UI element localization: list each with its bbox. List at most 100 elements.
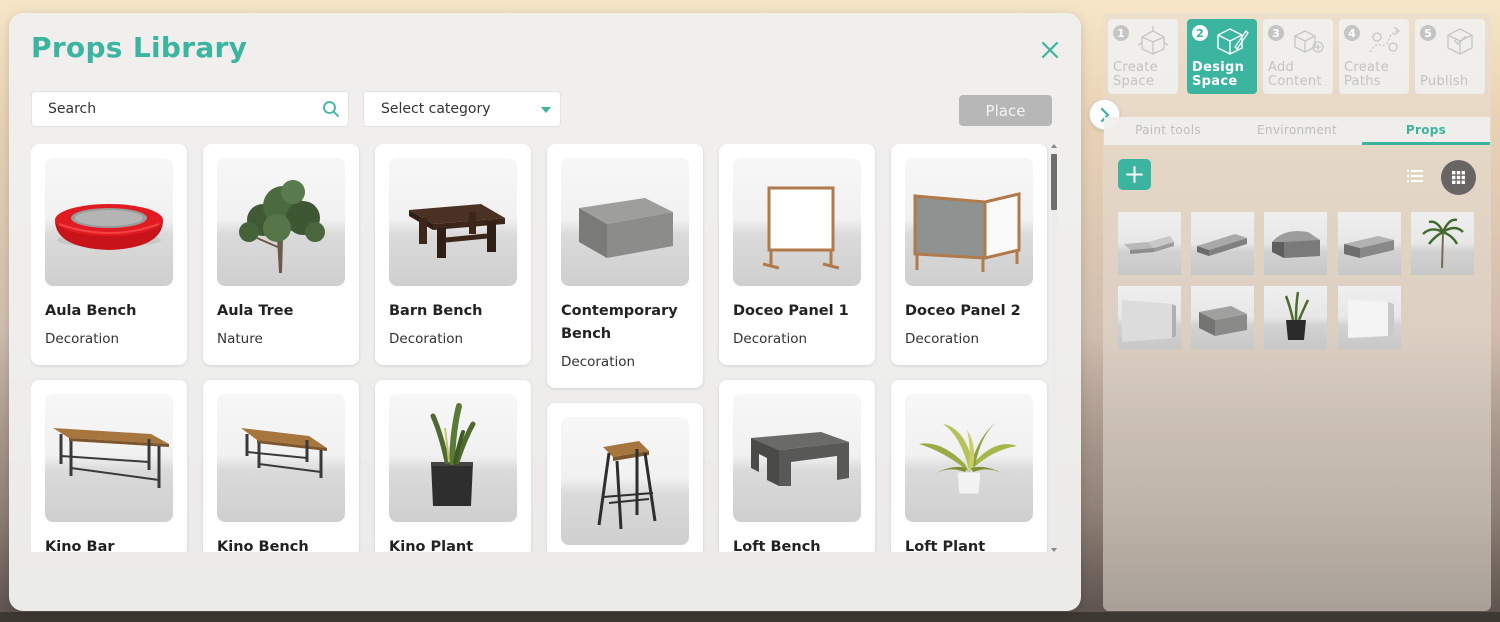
doceo-panel-2-icon	[913, 192, 1021, 272]
placed-prop-tile[interactable]	[1118, 212, 1181, 275]
prop-thumbnail	[45, 394, 173, 522]
prop-card-loft-bench[interactable]: Loft Bench	[719, 380, 875, 552]
potted-plant-thumb	[1284, 291, 1310, 340]
prop-card-kino-bar[interactable]: Kino Bar	[31, 380, 187, 552]
step-create-paths[interactable]: 4 Create Paths	[1339, 19, 1409, 94]
prop-name: Kino Bench	[217, 539, 309, 552]
prop-thumbnail	[561, 417, 689, 545]
step-label: Add Content	[1268, 60, 1322, 89]
tab-environment[interactable]: Environment	[1233, 123, 1361, 137]
prop-category: Decoration	[561, 354, 636, 370]
prop-name: Kino Plant	[389, 539, 474, 552]
prop-card-aula-tree[interactable]: Aula Tree Nature	[203, 144, 359, 365]
long-bench-thumb	[1197, 234, 1247, 256]
prop-card-stool[interactable]	[547, 403, 703, 552]
search-field[interactable]	[31, 91, 349, 127]
cube-design-icon	[1217, 28, 1249, 55]
curved-seat-thumb	[1272, 231, 1320, 258]
add-content-icon	[1294, 30, 1324, 53]
placed-prop-tile[interactable]	[1264, 212, 1327, 275]
publish-icon	[1447, 28, 1473, 55]
prop-card-contemporary-bench[interactable]: Contemporary Bench Decoration	[547, 144, 703, 388]
tab-props[interactable]: Props	[1362, 123, 1490, 137]
chevron-down-icon	[541, 107, 551, 113]
step-add-content[interactable]: 3 Add Content	[1263, 19, 1333, 94]
close-icon	[1041, 41, 1059, 59]
cube-create-icon	[1137, 26, 1169, 55]
prop-thumbnail	[45, 158, 173, 286]
prop-thumbnail	[389, 158, 517, 286]
search-input[interactable]	[48, 92, 318, 126]
placed-prop-tile[interactable]	[1191, 286, 1254, 349]
search-icon[interactable]	[322, 100, 340, 118]
bench-seat-thumb	[1344, 236, 1394, 258]
prop-thumbnail	[561, 158, 689, 286]
prop-category: Decoration	[905, 331, 980, 347]
step-label: Publish	[1420, 74, 1469, 89]
prop-name: Doceo Panel 2	[905, 303, 1021, 319]
placed-prop-tile[interactable]	[1411, 212, 1474, 275]
workflow-steps: 1 Create Space 2 Design Space 3 Add Content	[1108, 19, 1488, 95]
low-bench-thumb	[1124, 236, 1174, 254]
place-button[interactable]: Place	[959, 95, 1052, 126]
grid-view-icon	[1452, 171, 1465, 184]
prop-name: Doceo Panel 1	[733, 303, 849, 319]
scroll-track[interactable]	[1052, 152, 1057, 544]
step-number: 5	[1420, 25, 1436, 41]
active-tab-indicator	[1362, 142, 1490, 145]
prop-name: Aula Bench	[45, 303, 137, 319]
panel-tabs: Paint tools Environment Props	[1104, 117, 1490, 145]
step-create-space[interactable]: 1 Create Space	[1108, 19, 1178, 94]
step-number: 2	[1192, 25, 1208, 41]
prop-name: Kino Bar	[45, 539, 115, 552]
step-label: Create Space	[1113, 60, 1158, 89]
tab-paint-tools[interactable]: Paint tools	[1104, 123, 1232, 137]
close-button[interactable]	[1037, 37, 1063, 63]
prop-card-doceo-panel-1[interactable]: Doceo Panel 1 Decoration	[719, 144, 875, 365]
scroll-up-icon[interactable]	[1051, 144, 1057, 148]
prop-card-kino-bench[interactable]: Kino Bench	[203, 380, 359, 552]
white-panel-thumb	[1348, 300, 1394, 338]
scroll-down-icon[interactable]	[1051, 548, 1057, 552]
step-design-space[interactable]: 2 Design Space	[1187, 19, 1257, 94]
contemporary-bench-icon	[579, 198, 673, 258]
aula-tree-icon	[239, 180, 325, 273]
stool-icon	[597, 441, 657, 530]
prop-thumbnail	[217, 158, 345, 286]
prop-thumbnail	[389, 394, 517, 522]
prop-card-aula-bench[interactable]: Aula Bench Decoration	[31, 144, 187, 365]
library-scrollbar[interactable]	[1050, 144, 1058, 552]
grid-view-button[interactable]	[1441, 160, 1476, 195]
barn-bench-icon	[409, 204, 505, 258]
placed-prop-tile[interactable]	[1264, 286, 1327, 349]
placed-prop-tile[interactable]	[1338, 212, 1401, 275]
prop-card-barn-bench[interactable]: Barn Bench Decoration	[375, 144, 531, 365]
kino-bar-icon	[53, 428, 169, 488]
step-label: Design Space	[1192, 60, 1245, 89]
prop-name: Loft Plant	[905, 539, 986, 552]
placed-prop-tile[interactable]	[1118, 286, 1181, 349]
step-label: Create Paths	[1344, 60, 1389, 89]
scroll-thumb[interactable]	[1051, 154, 1057, 210]
prop-card-kino-plant[interactable]: Kino Plant	[375, 380, 531, 552]
prop-thumbnail	[733, 158, 861, 286]
prop-category: Decoration	[45, 331, 120, 347]
prop-thumbnail	[733, 394, 861, 522]
step-publish[interactable]: 5 Publish	[1415, 19, 1485, 94]
add-prop-button[interactable]	[1118, 159, 1151, 190]
create-paths-icon	[1369, 26, 1401, 53]
list-view-button[interactable]	[1404, 167, 1426, 185]
category-dropdown[interactable]: Select category	[363, 91, 561, 127]
placed-prop-tile[interactable]	[1191, 212, 1254, 275]
loft-plant-icon	[919, 422, 1017, 495]
wall-panel-thumb	[1122, 300, 1176, 342]
props-library-dialog: Props Library Select category Place	[9, 13, 1081, 611]
doceo-panel-1-icon	[762, 186, 840, 270]
prop-card-doceo-panel-2[interactable]: Doceo Panel 2 Decoration	[891, 144, 1047, 365]
placed-prop-tile[interactable]	[1338, 286, 1401, 349]
props-grid: Aula Bench Decoration Aula Tree Nature B…	[31, 144, 1061, 552]
prop-category: Decoration	[733, 331, 808, 347]
concrete-block-thumb	[1199, 306, 1247, 336]
prop-category: Nature	[217, 331, 263, 347]
prop-card-loft-plant[interactable]: Loft Plant	[891, 380, 1047, 552]
